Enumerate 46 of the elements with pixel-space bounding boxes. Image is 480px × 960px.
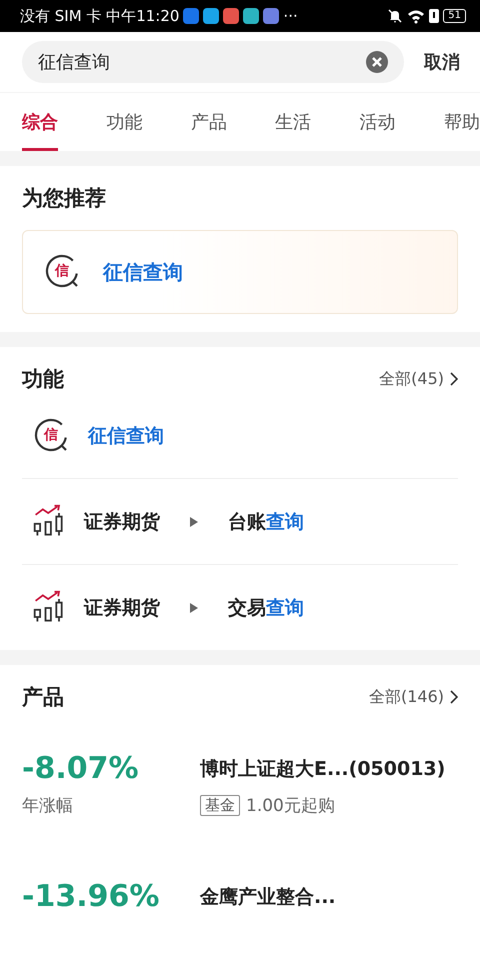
app-notification-icon xyxy=(223,8,240,24)
section-title: 为您推荐 xyxy=(22,185,106,212)
tab[interactable]: 生活 xyxy=(275,93,312,151)
search-field[interactable]: 征信查询 xyxy=(22,41,404,83)
chevron-right-icon xyxy=(450,690,458,704)
status-time: 没有 SIM 卡 中午11:20 xyxy=(20,6,180,26)
cancel-button[interactable]: 取消 xyxy=(424,50,460,74)
view-all-link[interactable]: 全部(146) xyxy=(368,686,458,708)
breadcrumb-arrow-icon xyxy=(190,602,198,612)
clear-icon[interactable] xyxy=(366,51,388,73)
function-category: 证券期货 xyxy=(84,596,160,620)
rate-label: 年涨幅 xyxy=(22,795,74,817)
app-notification-icon xyxy=(183,8,200,24)
section-title: 功能 xyxy=(22,366,64,393)
tab[interactable]: 产品 xyxy=(190,93,227,151)
section-title: 产品 xyxy=(22,684,64,711)
function-category: 证券期货 xyxy=(84,510,160,534)
battery-level: 51 xyxy=(443,9,466,23)
breadcrumb-arrow-icon xyxy=(190,516,198,526)
function-label: 交易查询 xyxy=(228,596,304,620)
minimum-purchase: 1.00元起购 xyxy=(246,795,335,817)
function-label: 征信查询 xyxy=(88,424,164,448)
view-all-link[interactable]: 全部(45) xyxy=(379,368,458,390)
chevron-right-icon xyxy=(450,372,458,386)
return-rate: -8.07% xyxy=(22,751,140,786)
mute-icon xyxy=(387,8,404,24)
tab[interactable]: 帮助 xyxy=(444,93,480,151)
more-notifications: ··· xyxy=(283,7,298,25)
tab[interactable]: 功能 xyxy=(106,93,142,151)
product-name[interactable]: 博时上证超大E...(050013) xyxy=(200,756,458,782)
tab[interactable]: 活动 xyxy=(360,93,396,151)
recommend-card[interactable]: 信 征信查询 xyxy=(22,230,458,314)
return-rate: -13.96% xyxy=(22,879,160,914)
product-name[interactable]: 金鹰产业整合... xyxy=(200,884,458,910)
alert-icon xyxy=(429,8,440,24)
tab[interactable]: 综合 xyxy=(22,93,58,151)
product-tag: 基金 xyxy=(200,795,240,816)
function-row[interactable]: 信 征信查询 xyxy=(22,393,458,479)
function-row[interactable]: 证券期货 台账查询 xyxy=(22,479,458,565)
function-label: 台账查询 xyxy=(228,510,304,534)
function-row[interactable]: 证券期货 交易查询 xyxy=(22,565,458,650)
app-notification-icon xyxy=(263,8,280,24)
recommend-label: 征信查询 xyxy=(103,258,183,286)
wifi-icon xyxy=(407,8,426,24)
app-notification-icon xyxy=(243,8,260,24)
app-notification-icon xyxy=(203,8,220,24)
